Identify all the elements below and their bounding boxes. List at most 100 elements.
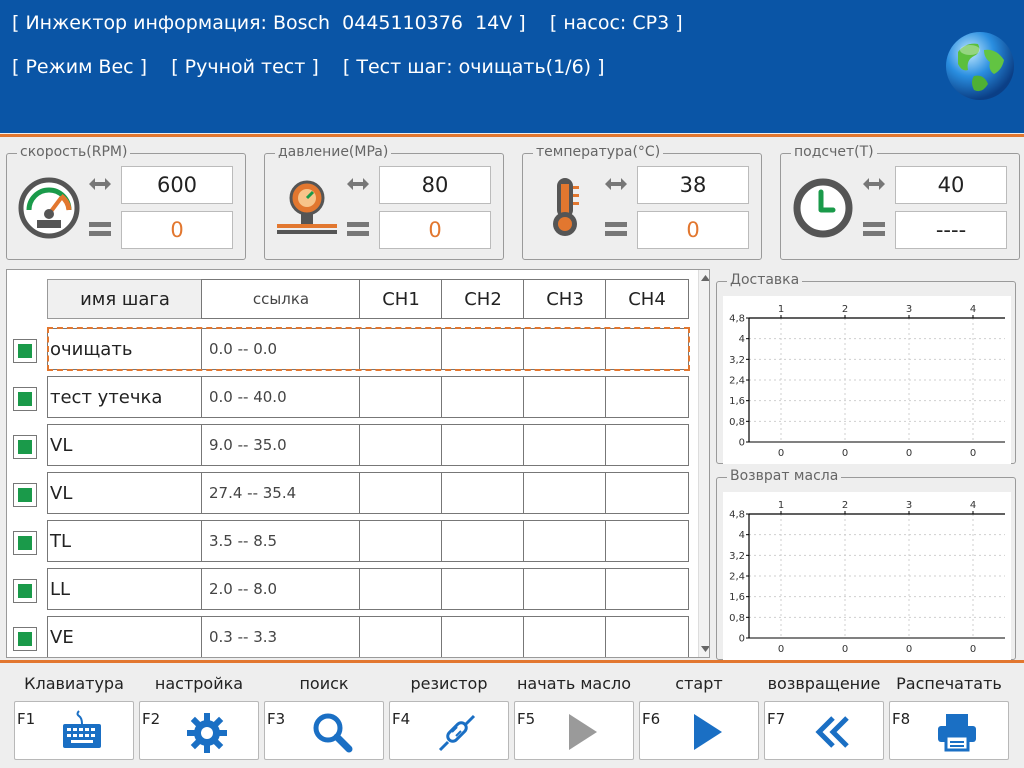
reference-cell: 3.5 -- 8.5 — [201, 520, 361, 562]
category-label: 3 — [906, 304, 912, 315]
speed-title: скорость(RPM) — [17, 144, 131, 160]
delivery-chart-panel: Доставка 4,8 4 3,2 2,4 1,6 0,8 0 1 0 2 0 3 0 4 0 — [716, 272, 1016, 464]
ch3-cell — [523, 328, 607, 370]
temperature-set-value[interactable]: 38 — [637, 166, 749, 204]
function-button-f3[interactable]: F3 — [264, 701, 384, 760]
count-panel: подсчет(T) 40 ---- — [780, 144, 1020, 260]
function-button-f8[interactable]: F8 — [889, 701, 1009, 760]
function-key-label: F6 — [642, 710, 661, 728]
table-scrollbar[interactable] — [698, 270, 710, 657]
step-name-cell[interactable]: очищать — [47, 328, 236, 370]
table-row[interactable]: TL 3.5 -- 8.5 — [7, 520, 697, 564]
function-key-label: F5 — [517, 710, 536, 728]
function-key-label: F3 — [267, 710, 286, 728]
row-checkbox[interactable] — [13, 435, 37, 459]
speed-actual-value: 0 — [121, 211, 233, 249]
checkbox-check-mark — [18, 536, 32, 550]
function-label-f8: Распечатать — [896, 674, 1002, 693]
column-header-step-name[interactable]: имя шага — [47, 279, 203, 319]
step-name-cell[interactable]: TL — [47, 520, 236, 562]
resistor-icon — [438, 714, 476, 752]
row-checkbox[interactable] — [13, 579, 37, 603]
pressure-title: давление(MPa) — [275, 144, 392, 160]
function-button-f6[interactable]: F6 — [639, 701, 759, 760]
search-icon — [313, 713, 353, 753]
row-checkbox[interactable] — [13, 627, 37, 651]
oil-return-chart-title: Возврат масла — [727, 468, 842, 484]
function-button-f4[interactable]: F4 — [389, 701, 509, 760]
ch2-cell — [441, 568, 525, 610]
step-name: VL — [50, 482, 73, 504]
thermometer-icon — [553, 178, 579, 236]
function-button-f1[interactable]: F1 — [14, 701, 134, 760]
count-set-value[interactable]: 40 — [895, 166, 1007, 204]
category-label: 1 — [778, 304, 784, 315]
table-row[interactable]: VL 27.4 -- 35.4 — [7, 472, 697, 516]
function-button-f7[interactable]: F7 — [764, 701, 884, 760]
y-tick-label: 2,4 — [729, 572, 745, 583]
step-name-cell[interactable]: VE — [47, 616, 236, 657]
step-name-cell[interactable]: тест утечка — [47, 376, 236, 418]
y-tick-label: 0,8 — [729, 613, 745, 624]
injector-info-line: [ Инжектор информация: Bosch 0445110376 … — [12, 12, 683, 34]
row-checkbox[interactable] — [13, 531, 37, 555]
table-row[interactable]: VE 0.3 -- 3.3 — [7, 616, 697, 657]
reference-cell: 0.0 -- 0.0 — [201, 328, 361, 370]
function-key-label: F4 — [392, 710, 411, 728]
ch1-cell — [359, 328, 443, 370]
table-row[interactable]: VL 9.0 -- 35.0 — [7, 424, 697, 468]
ch1-cell — [359, 376, 443, 418]
reference-cell: 0.0 -- 40.0 — [201, 376, 361, 418]
speed-set-value[interactable]: 600 — [121, 166, 233, 204]
ch3-cell — [523, 568, 607, 610]
oil-return-chart: 4,8 4 3,2 2,4 1,6 0,8 0 1 0 2 0 3 0 4 0 — [729, 500, 1005, 655]
row-checkbox[interactable] — [13, 483, 37, 507]
ch4-cell — [605, 520, 689, 562]
checkbox-check-mark — [18, 392, 32, 406]
row-checkbox[interactable] — [13, 387, 37, 411]
category-label: 2 — [842, 304, 848, 315]
column-header-ch1: CH1 — [359, 279, 443, 319]
column-header-reference: ссылка — [201, 279, 361, 319]
y-tick-label: 1,6 — [729, 592, 745, 603]
table-row[interactable]: очищать 0.0 -- 0.0 — [7, 328, 697, 372]
pressure-panel: давление(MPa) 80 0 — [264, 144, 504, 260]
value-label: 0 — [906, 448, 912, 459]
ch4-cell — [605, 328, 689, 370]
clock-icon — [793, 178, 853, 238]
temperature-panel: температура(°C) 38 0 — [522, 144, 762, 260]
value-label: 0 — [842, 644, 848, 655]
value-label: 0 — [778, 644, 784, 655]
step-name-cell[interactable]: LL — [47, 568, 236, 610]
scroll-up-icon[interactable] — [701, 274, 710, 282]
function-button-f2[interactable]: F2 — [139, 701, 259, 760]
ch4-cell — [605, 376, 689, 418]
table-row[interactable]: LL 2.0 -- 8.0 — [7, 568, 697, 612]
row-checkbox[interactable] — [13, 339, 37, 363]
ch2-cell — [441, 472, 525, 514]
function-label-f3: поиск — [299, 674, 349, 693]
play-gray-icon — [569, 714, 597, 750]
header-divider — [0, 134, 1024, 137]
category-label: 3 — [906, 500, 912, 511]
ch2-cell — [441, 424, 525, 466]
y-tick-label: 0 — [739, 634, 745, 645]
gear-icon — [187, 713, 227, 753]
y-tick-label: 2,4 — [729, 376, 745, 387]
ch3-cell — [523, 616, 607, 657]
function-button-f5[interactable]: F5 — [514, 701, 634, 760]
y-tick-label: 1,6 — [729, 396, 745, 407]
ch4-cell — [605, 616, 689, 657]
reference-cell: 0.3 -- 3.3 — [201, 616, 361, 657]
table-row[interactable]: тест утечка 0.0 -- 40.0 — [7, 376, 697, 420]
printer-icon — [938, 714, 976, 752]
y-tick-label: 4,8 — [729, 510, 745, 521]
speed-panel: скорость(RPM) 600 0 — [6, 144, 246, 260]
checkbox-check-mark — [18, 440, 32, 454]
pressure-set-value[interactable]: 80 — [379, 166, 491, 204]
scroll-down-icon[interactable] — [701, 645, 710, 653]
function-label-f2: настройка — [154, 674, 244, 693]
step-name: TL — [50, 530, 72, 552]
step-name-cell[interactable]: VL — [47, 472, 236, 514]
step-name-cell[interactable]: VL — [47, 424, 236, 466]
